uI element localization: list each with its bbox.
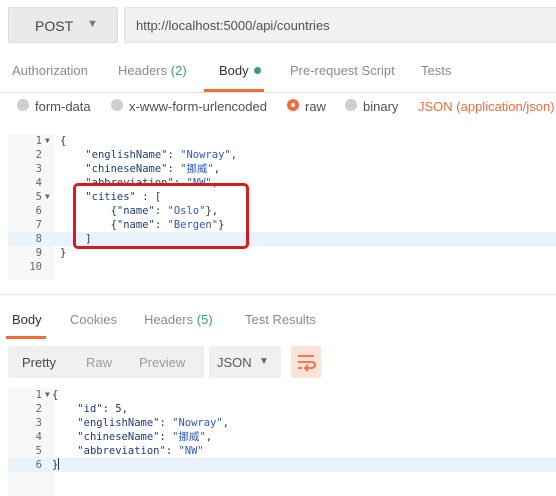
- wrap-lines-icon: [298, 355, 316, 372]
- tab-pre-request-script[interactable]: Pre-request Script: [290, 63, 395, 78]
- chevron-down-icon: ▼: [87, 18, 98, 30]
- response-format-label: JSON: [217, 355, 252, 370]
- response-tab-headers-label: Headers: [144, 312, 194, 327]
- code-line: 1 ▼{: [35, 135, 67, 147]
- tab-headers-label: Headers: [118, 63, 168, 78]
- tab-authorization[interactable]: Authorization: [12, 63, 88, 78]
- radio-form-data[interactable]: [17, 99, 29, 111]
- response-format-select[interactable]: JSON ▼: [209, 346, 281, 378]
- radio-urlencoded[interactable]: [111, 99, 123, 111]
- code-line: 4 "chineseName": "挪威",: [35, 431, 213, 443]
- cities-highlight-box: [73, 183, 249, 249]
- radio-binary-label: binary: [363, 99, 399, 114]
- response-tab-test-results[interactable]: Test Results: [245, 312, 316, 327]
- response-tab-headers[interactable]: Headers (5): [144, 312, 213, 327]
- content-type-select[interactable]: JSON (application/json): [418, 99, 555, 114]
- code-line: 2 "englishName": "Nowray",: [35, 149, 238, 161]
- headers-count-badge: (2): [170, 63, 187, 78]
- tab-body[interactable]: Body: [219, 63, 261, 78]
- url-input[interactable]: http://localhost:5000/api/countries: [124, 7, 556, 43]
- radio-binary[interactable]: [345, 99, 357, 111]
- tabs-divider: [0, 92, 556, 93]
- raw-button[interactable]: Raw: [86, 355, 112, 370]
- code-line: 3 "englishName": "Nowray",: [35, 417, 230, 429]
- section-divider: [0, 294, 556, 295]
- radio-raw-label: raw: [305, 99, 326, 114]
- method-select[interactable]: POST ▼: [8, 7, 118, 43]
- tab-body-label: Body: [219, 63, 249, 78]
- method-label: POST: [35, 18, 74, 34]
- radio-raw[interactable]: [287, 99, 299, 111]
- response-body-viewer[interactable]: 1 ▼{ 2 "id": 5, 3 "englishName": "Nowray"…: [8, 388, 556, 496]
- preview-button[interactable]: Preview: [139, 355, 185, 370]
- response-tab-body[interactable]: Body: [12, 312, 42, 327]
- code-line: 1 ▼{: [35, 389, 59, 401]
- response-tab-cookies[interactable]: Cookies: [70, 312, 117, 327]
- tab-tests[interactable]: Tests: [421, 63, 451, 78]
- code-line: 10: [29, 261, 42, 273]
- code-line: 5 "abbreviation": "NW": [35, 445, 204, 457]
- code-line-active: 6}: [8, 458, 556, 472]
- radio-form-data-label: form-data: [35, 99, 91, 114]
- code-line: 3 "chineseName": "挪威",: [35, 163, 221, 175]
- response-headers-count-badge: (5): [196, 312, 213, 327]
- body-active-dot-icon: [253, 67, 261, 74]
- wrap-lines-button[interactable]: [291, 346, 321, 378]
- code-line: 2 "id": 5,: [35, 403, 128, 415]
- pretty-button[interactable]: Pretty: [22, 355, 56, 370]
- chevron-down-icon: ▼: [259, 356, 269, 367]
- text-cursor: [58, 458, 60, 470]
- response-active-tab-indicator: [6, 336, 46, 339]
- tab-headers[interactable]: Headers (2): [118, 63, 187, 78]
- radio-urlencoded-label: x-www-form-urlencoded: [129, 99, 267, 114]
- url-value: http://localhost:5000/api/countries: [136, 18, 330, 33]
